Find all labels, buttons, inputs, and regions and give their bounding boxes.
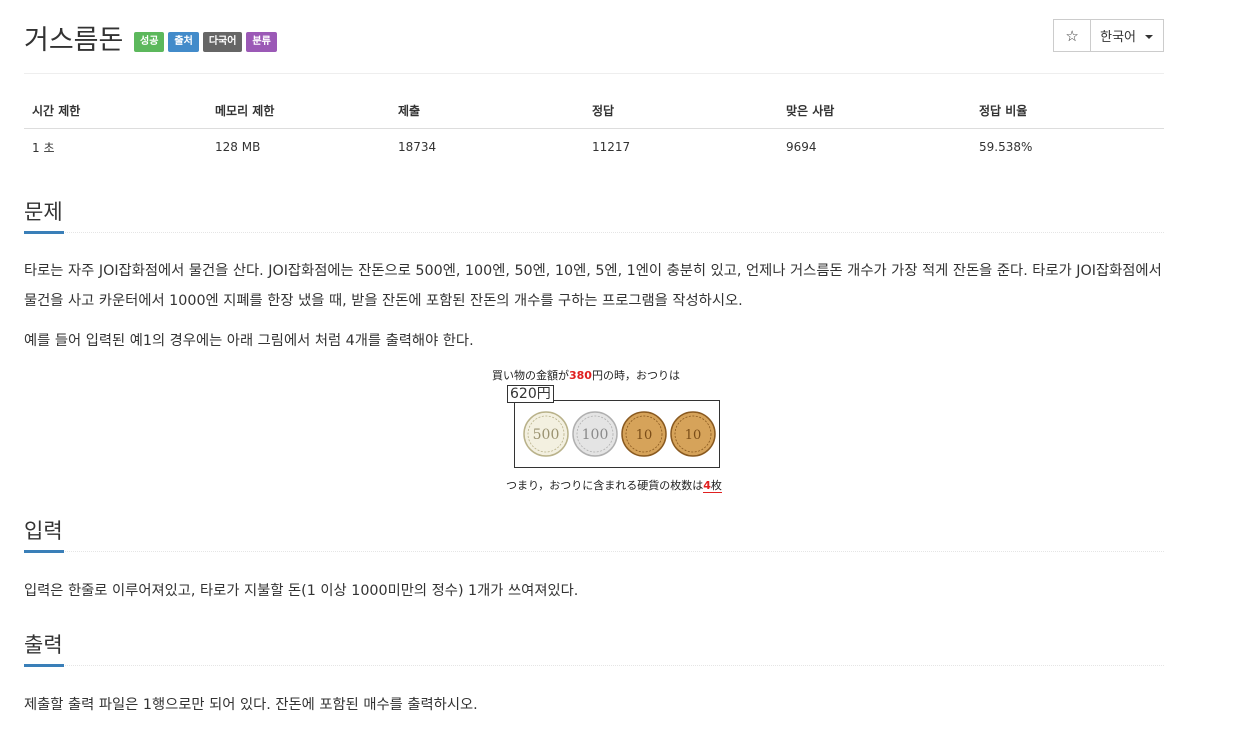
language-dropdown[interactable]: 한국어 [1091,19,1164,52]
coin-value-label: 500 [533,427,560,443]
header-ratio: 정답 비율 [971,92,1164,129]
section-underline [24,231,64,234]
problem-page: 거스름돈 성공 출처 다국어 분류 ☆ 한국어 시간 제한 메모리 제한 제출 … [24,0,1164,713]
figure-bottom-count: 4 [703,479,711,493]
cell-ratio: 59.538% [979,140,1033,154]
cell-time-limit: 1 초 [32,140,55,155]
figure-change-amount: 620円 [507,385,554,403]
table-row: 1 초 128 MB 18734 11217 9694 59.538% [24,129,1164,166]
problem-header: 거스름돈 성공 출처 다국어 분류 ☆ 한국어 [24,0,1164,74]
caret-down-icon [1145,34,1153,39]
figure-caption-bottom: つまり，おつりに含まれる硬貨の枚数は4枚 [506,477,722,493]
figure-coin-box: 500 100 10 10 [514,400,720,468]
coins-svg: 500 100 10 10 [523,411,716,457]
problem-description: 타로는 자주 JOI잡화점에서 물건을 산다. JOI잡화점에는 잔돈으로 50… [24,263,1162,309]
favorite-button[interactable]: ☆ [1053,19,1092,52]
problem-example-note: 예를 들어 입력된 예1의 경우에는 아래 그림에서 처럼 4개를 출력해야 한… [24,333,474,349]
section-underline [24,664,64,667]
language-label: 한국어 [1100,30,1136,45]
change-figure: 買い物の金額が380円の時，おつりは 620円 500 100 10 10 つまり，お… [468,364,728,499]
figure-caption-top: 買い物の金額が380円の時，おつりは [492,367,680,383]
star-outline-icon: ☆ [1065,26,1079,45]
problem-info-table: 시간 제한 메모리 제한 제출 정답 맞은 사람 정답 비율 1 초 128 M… [24,92,1164,165]
output-section-header: 출력 [24,629,1164,667]
header-submissions: 제출 [390,92,584,129]
figure-bottom-prefix: つまり，おつりに含まれる硬貨の枚数は [506,479,704,492]
section-underline [24,550,64,553]
figure-top-amount: 380 [569,369,592,382]
coin-value-label: 10 [636,428,653,443]
figure-top-prefix: 買い物の金額が [492,369,569,382]
problem-section-header: 문제 [24,196,1164,234]
figure-top-suffix: 円の時，おつりは [591,369,680,382]
table-header-row: 시간 제한 메모리 제한 제출 정답 맞은 사람 정답 비율 [24,92,1164,129]
coin-500-icon: 500 [523,411,569,457]
coin-100-icon: 100 [572,411,618,457]
cell-solvers: 9694 [786,140,817,154]
cell-memory-limit: 128 MB [215,140,261,154]
cell-accepted: 11217 [592,140,631,154]
cell-submissions: 18734 [398,140,437,154]
problem-labels: 성공 출처 다국어 분류 [134,32,277,52]
coin-value-label: 100 [582,427,609,443]
problem-section-title: 문제 [24,200,63,224]
coin-10-icon: 10 [621,411,667,457]
label-category[interactable]: 분류 [246,32,277,52]
label-source[interactable]: 출처 [168,32,199,52]
coin-10-icon: 10 [670,411,716,457]
output-section-title: 출력 [24,633,63,657]
header-solvers: 맞은 사람 [778,92,971,129]
page-title: 거스름돈 [24,25,124,56]
input-description: 입력은 한줄로 이루어져있고, 타로가 지불할 돈(1 이상 1000미만의 정… [24,583,579,599]
header-time-limit: 시간 제한 [24,92,207,129]
input-section-header: 입력 [24,515,1164,553]
label-success[interactable]: 성공 [134,32,165,52]
figure-bottom-suffix: 枚 [710,479,722,493]
label-multilingual[interactable]: 다국어 [202,32,243,52]
header-memory-limit: 메모리 제한 [207,92,390,129]
output-description: 제출할 출력 파일은 1행으로만 되어 있다. 잔돈에 포함된 매수를 출력하시… [24,697,478,713]
header-accepted: 정답 [584,92,778,129]
input-section-title: 입력 [24,519,63,543]
coin-value-label: 10 [685,428,702,443]
header-actions: ☆ 한국어 [1053,19,1164,52]
